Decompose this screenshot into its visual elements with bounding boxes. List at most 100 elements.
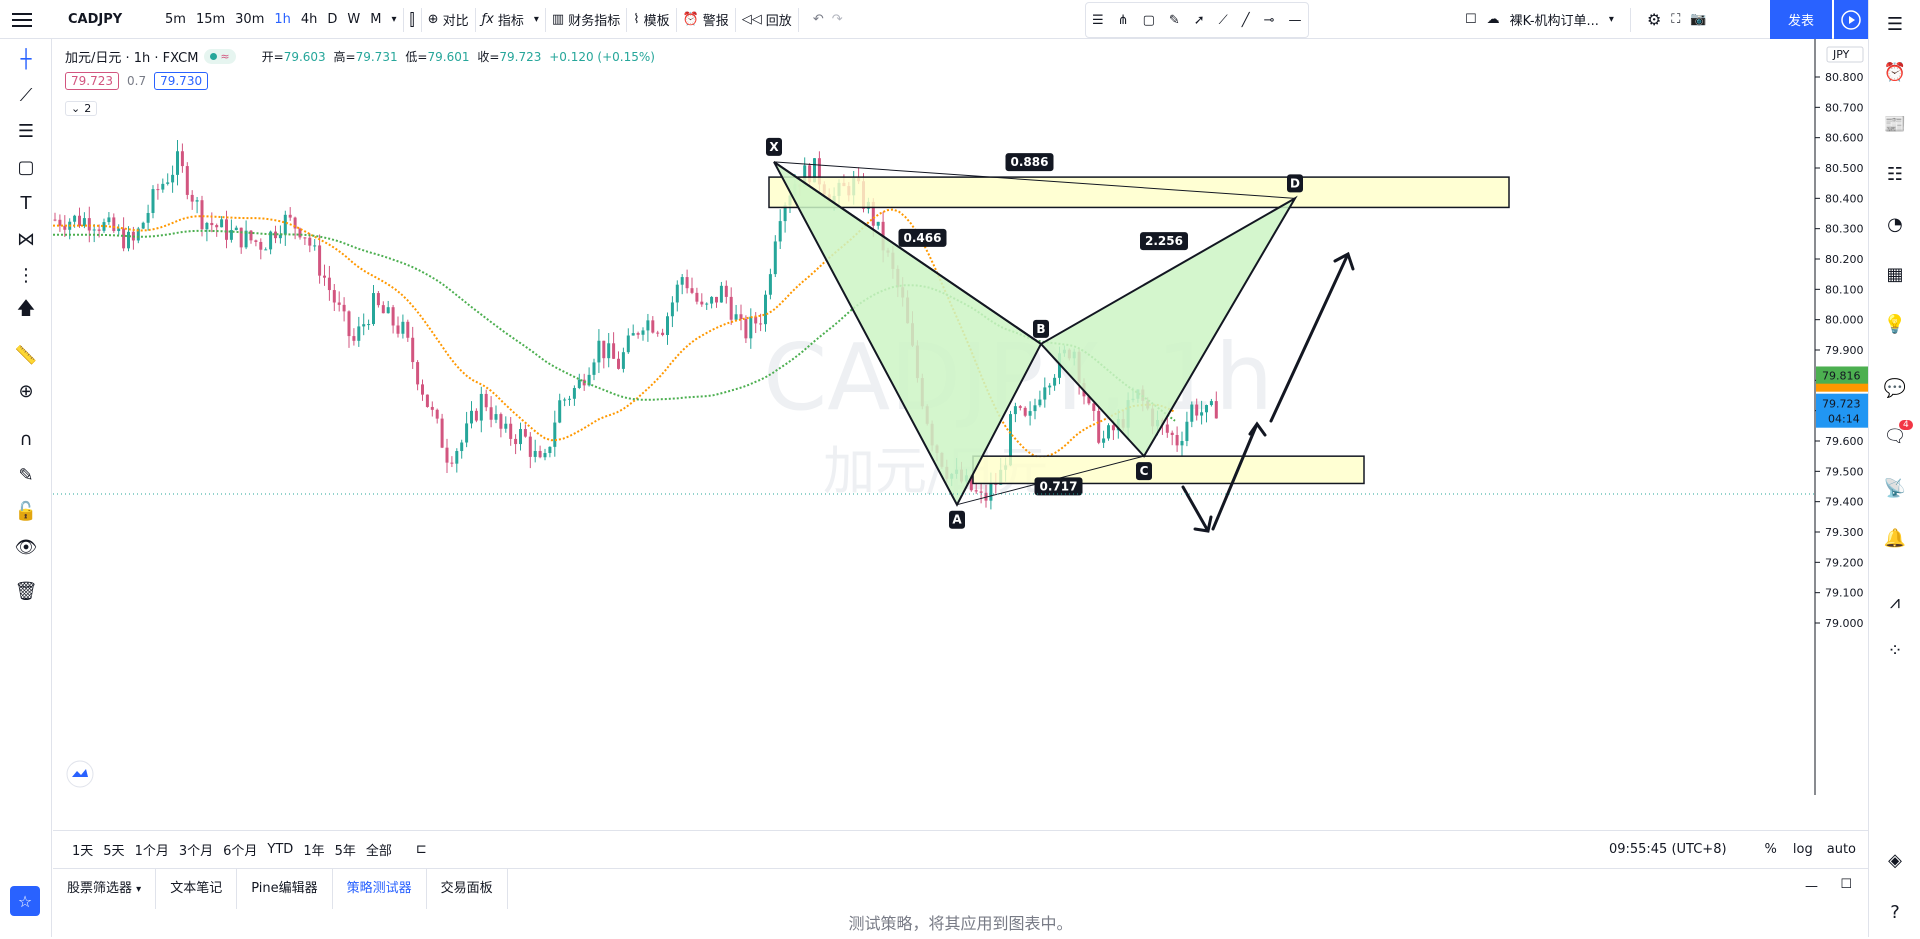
- news-icon[interactable]: 📰: [1881, 110, 1909, 138]
- square-icon[interactable]: ☐: [1465, 12, 1477, 27]
- play-icon[interactable]: [1834, 0, 1868, 39]
- interval-4h[interactable]: 4h: [301, 12, 318, 27]
- horizontal-ray-icon[interactable]: ⊸: [1264, 13, 1275, 28]
- xabcd-pattern-icon[interactable]: ⋈: [12, 225, 40, 253]
- percent-toggle[interactable]: %: [1765, 842, 1777, 857]
- eye-icon[interactable]: 👁: [12, 533, 40, 561]
- range-ytd[interactable]: YTD: [267, 842, 293, 857]
- magnet-icon[interactable]: ∩: [12, 425, 40, 453]
- interval-1h[interactable]: 1h: [274, 12, 291, 27]
- layers-icon[interactable]: ◈: [1881, 846, 1909, 874]
- arrow-up-icon[interactable]: 🡅: [12, 297, 40, 325]
- alarm-clock-icon[interactable]: ⏰: [1881, 58, 1909, 86]
- text-icon[interactable]: T: [12, 189, 40, 217]
- tab-text-notes[interactable]: 文本笔记: [156, 869, 238, 909]
- range-6m[interactable]: 6个月: [223, 840, 257, 859]
- interval-m[interactable]: M: [370, 12, 381, 27]
- camera-icon[interactable]: 📷: [1690, 12, 1706, 27]
- notifications-icon[interactable]: 🔔: [1881, 524, 1909, 552]
- forecast-icon[interactable]: ⋮: [12, 261, 40, 289]
- auto-toggle[interactable]: auto: [1827, 842, 1856, 857]
- market-status-badge[interactable]: ≈: [204, 49, 236, 64]
- interval-5m[interactable]: 5m: [165, 12, 186, 27]
- brush-icon[interactable]: ✎: [1169, 13, 1180, 28]
- horizontal-line-icon[interactable]: —: [1289, 13, 1302, 28]
- ask-button[interactable]: 79.730: [154, 72, 209, 90]
- pitchfork-icon[interactable]: ⋔: [1118, 13, 1129, 28]
- symbol-title[interactable]: 加元/日元 · 1h · FXCM: [65, 47, 198, 66]
- trend-angle-icon[interactable]: ⟋: [1219, 13, 1228, 28]
- redo-icon[interactable]: ↷: [832, 12, 843, 27]
- range-all[interactable]: 全部: [366, 840, 392, 859]
- bid-button[interactable]: 79.723: [65, 72, 119, 90]
- arrow-icon[interactable]: ➚: [1194, 13, 1205, 28]
- help-icon[interactable]: ?: [1881, 898, 1909, 926]
- data-window-icon[interactable]: ☷: [1881, 160, 1909, 188]
- gear-icon[interactable]: ⚙: [1647, 10, 1661, 29]
- calendar-icon[interactable]: ▦: [1881, 260, 1909, 288]
- trend-icon[interactable]: ⩘: [1881, 588, 1909, 616]
- tab-trading-panel[interactable]: 交易面板: [427, 869, 508, 909]
- layout-name[interactable]: 裸K-机构订单...: [1510, 10, 1599, 29]
- tab-pine-editor[interactable]: Pine编辑器: [237, 869, 333, 909]
- indicators-toggle[interactable]: ⌄ 2: [65, 101, 98, 116]
- templates-button[interactable]: ⌇ 模板: [633, 10, 669, 29]
- messages-icon[interactable]: 🗨 4: [1881, 420, 1913, 450]
- trend-line-icon[interactable]: ⟋: [12, 81, 40, 109]
- cloud-icon[interactable]: ☁: [1487, 12, 1500, 27]
- dots-icon[interactable]: ⁘: [1881, 636, 1909, 664]
- parallel-channel-icon[interactable]: ☰: [1092, 13, 1104, 28]
- range-1y[interactable]: 1年: [303, 840, 324, 859]
- tab-strategy-tester[interactable]: 策略测试器: [333, 869, 427, 909]
- interval-d[interactable]: D: [327, 12, 337, 27]
- price-chart[interactable]: CADJPY, 1h 加元/日元 XABCD0.4660.7172.2560.8…: [53, 39, 1868, 818]
- date-range-icon[interactable]: ⊏: [416, 842, 427, 857]
- chat-icon[interactable]: 💬: [1881, 374, 1909, 402]
- publish-button[interactable]: 发表: [1770, 0, 1832, 39]
- clock[interactable]: 09:55:45 (UTC+8): [1609, 842, 1727, 857]
- range-5d[interactable]: 5天: [103, 840, 124, 859]
- zoom-in-icon[interactable]: ⊕: [12, 377, 40, 405]
- ideas-icon[interactable]: 💡: [1881, 310, 1909, 338]
- hotlist-icon[interactable]: ◔: [1881, 210, 1909, 238]
- pencil-lock-icon[interactable]: ✎: [12, 461, 40, 489]
- ruler-icon[interactable]: 📏: [12, 341, 40, 369]
- streams-icon[interactable]: 📡: [1881, 474, 1909, 502]
- fullscreen-icon[interactable]: ⛶: [1671, 12, 1680, 27]
- range-1m[interactable]: 1个月: [135, 840, 169, 859]
- financials-button[interactable]: ▥ 财务指标: [552, 10, 620, 29]
- empty-state-message: 测试策略，将其应用到图表中。: [848, 914, 1073, 933]
- symbol-search[interactable]: CADJPY: [68, 0, 122, 39]
- range-3m[interactable]: 3个月: [179, 840, 213, 859]
- menu-icon[interactable]: [12, 0, 32, 39]
- chevron-down-icon[interactable]: ▾: [1609, 14, 1614, 25]
- chart-pane[interactable]: CADJPY, 1h 加元/日元 XABCD0.4660.7172.2560.8…: [53, 39, 1868, 818]
- range-1d[interactable]: 1天: [72, 840, 93, 859]
- lock-icon[interactable]: 🔓: [12, 497, 40, 525]
- trend-line-icon[interactable]: ╱: [1242, 13, 1250, 28]
- interval-15m[interactable]: 15m: [196, 12, 225, 27]
- watchlist-icon[interactable]: ☰: [1881, 10, 1909, 38]
- tab-stock-screener[interactable]: 股票筛选器 ▾: [53, 869, 157, 909]
- interval-30m[interactable]: 30m: [235, 12, 264, 27]
- chevron-down-icon[interactable]: ▾: [392, 14, 397, 25]
- alert-button[interactable]: ⏰ 警报: [683, 10, 729, 29]
- range-5y[interactable]: 5年: [335, 840, 356, 859]
- candle-style-icon[interactable]: ⫿: [410, 10, 415, 30]
- log-toggle[interactable]: log: [1793, 842, 1813, 857]
- undo-icon[interactable]: ↶: [813, 12, 824, 27]
- compare-button[interactable]: ⊕ 对比: [428, 10, 469, 29]
- indicators-button[interactable]: ƒx 指标 ▾: [482, 10, 539, 29]
- rectangle-icon[interactable]: ▢: [1143, 13, 1155, 28]
- fib-retracement-icon[interactable]: ☰: [12, 117, 40, 145]
- interval-w[interactable]: W: [347, 12, 360, 27]
- tradingview-logo-icon[interactable]: [66, 760, 94, 788]
- maximize-icon[interactable]: ☐: [1840, 877, 1852, 892]
- rectangle-icon[interactable]: ▢: [12, 153, 40, 181]
- price-axis[interactable]: 80.800 80.700 80.600 80.500 80.400 80.300 80.2…: [1815, 46, 1868, 818]
- replay-button[interactable]: ◁◁ 回放: [742, 10, 792, 29]
- crosshair-icon[interactable]: ┼: [12, 45, 40, 73]
- star-icon[interactable]: ☆: [10, 886, 40, 916]
- minimize-icon[interactable]: —: [1805, 879, 1818, 894]
- trash-icon[interactable]: 🗑: [12, 577, 40, 605]
